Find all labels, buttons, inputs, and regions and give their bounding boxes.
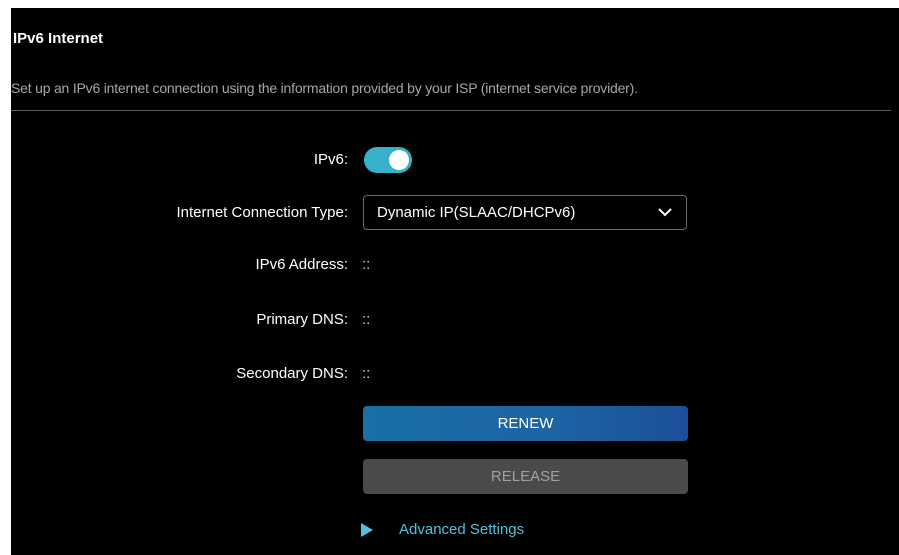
advanced-settings-label: Advanced Settings <box>399 521 525 538</box>
ipv6-label: IPv6: <box>313 151 348 168</box>
section-title: IPv6 Internet <box>13 30 104 47</box>
primary-dns-label: Primary DNS: <box>256 311 348 328</box>
toggle-knob <box>389 150 409 170</box>
ipv6-settings-panel: IPv6 Internet Set up an IPv6 internet co… <box>11 8 899 555</box>
secondary-dns-value: :: <box>362 365 371 382</box>
primary-dns-value: :: <box>362 311 371 328</box>
connection-type-value: Dynamic IP(SLAAC/DHCPv6) <box>377 204 576 221</box>
ipv6-toggle[interactable] <box>364 147 412 173</box>
connection-type-select[interactable]: Dynamic IP(SLAAC/DHCPv6) <box>363 195 687 230</box>
divider <box>11 110 891 111</box>
triangle-right-icon <box>361 523 373 537</box>
renew-button[interactable]: RENEW <box>363 406 688 441</box>
secondary-dns-label: Secondary DNS: <box>236 365 348 382</box>
release-button[interactable]: RELEASE <box>363 459 688 494</box>
section-description: Set up an IPv6 internet connection using… <box>11 80 638 96</box>
ipv6-address-value: :: <box>362 256 371 273</box>
connection-type-label: Internet Connection Type: <box>176 204 348 221</box>
chevron-down-icon <box>658 208 672 217</box>
ipv6-address-label: IPv6 Address: <box>255 256 348 273</box>
